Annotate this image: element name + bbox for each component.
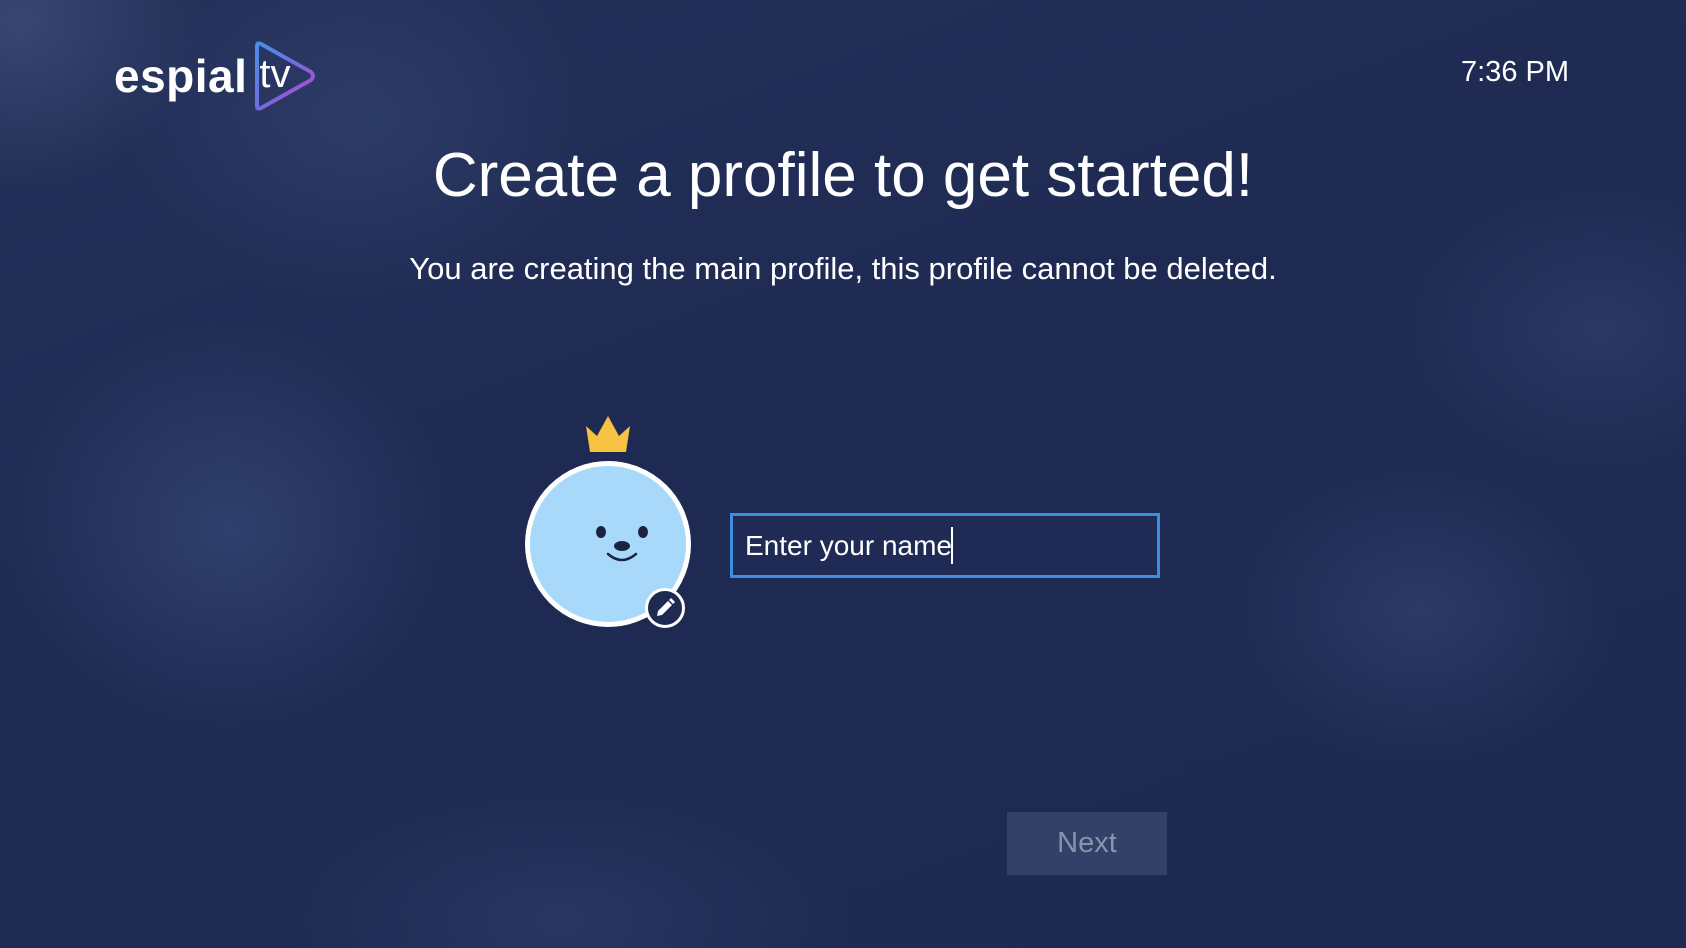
espial-tv-logo: espial tv (114, 40, 317, 112)
edit-avatar-button[interactable] (645, 588, 685, 628)
logo-wordmark: espial (114, 50, 248, 102)
page-title: Create a profile to get started! (432, 141, 1254, 210)
page-subtitle: You are creating the main profile, this … (409, 251, 1277, 286)
crown-icon (586, 416, 630, 452)
clock: 7:36 PM (1461, 56, 1569, 88)
logo-play-icon: tv (249, 40, 317, 112)
next-button[interactable]: Next (1007, 812, 1167, 875)
logo-tv-text: tv (259, 52, 291, 96)
name-input[interactable] (730, 513, 1160, 578)
pencil-icon (657, 598, 675, 616)
text-cursor (951, 527, 953, 564)
